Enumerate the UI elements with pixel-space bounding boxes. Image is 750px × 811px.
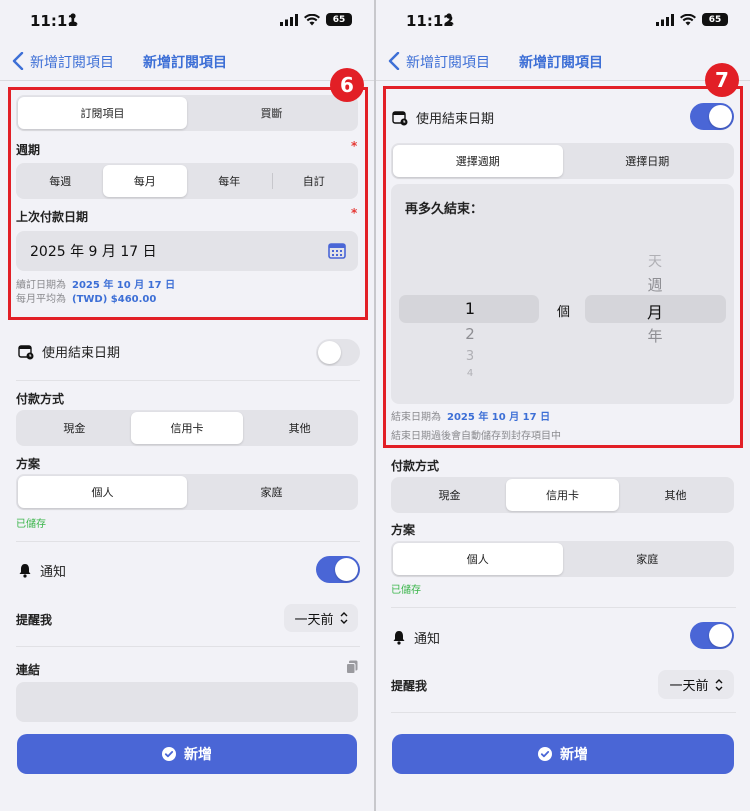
chevron-left-icon[interactable] xyxy=(12,52,24,70)
plan-personal[interactable]: 個人 xyxy=(18,476,187,508)
chevron-left-icon[interactable] xyxy=(388,52,400,70)
page-title: 新增訂閱項目 xyxy=(143,55,227,71)
status-bar: 11:12 65 xyxy=(376,0,750,40)
notify-label: 通知 xyxy=(414,632,441,647)
link-input[interactable] xyxy=(16,682,358,722)
add-button-label: 新增 xyxy=(184,747,212,763)
payment-cash[interactable]: 現金 xyxy=(393,479,506,511)
nav-divider xyxy=(376,80,750,81)
divider xyxy=(16,380,360,381)
remind-label: 提醒我 xyxy=(391,679,428,693)
divider xyxy=(391,712,736,713)
end-date-toggle[interactable] xyxy=(316,339,360,366)
person-icon xyxy=(444,13,454,25)
signal-icon xyxy=(280,13,298,26)
end-date-row: 使用結束日期 xyxy=(18,342,120,361)
remind-value: 一天前 xyxy=(294,612,334,628)
payment-segmented-control: 現金 信用卡 其他 xyxy=(391,477,734,513)
payment-credit-card[interactable]: 信用卡 xyxy=(506,479,619,511)
signal-icon xyxy=(656,13,674,26)
add-button-label: 新增 xyxy=(560,747,588,763)
status-bar: 11:11 65 xyxy=(0,0,374,40)
link-label: 連結 xyxy=(16,663,41,677)
notify-row: 通知 xyxy=(392,628,440,647)
divider xyxy=(16,646,360,647)
bell-icon xyxy=(19,564,31,578)
end-date-label: 使用結束日期 xyxy=(42,346,121,361)
bell-icon xyxy=(393,631,405,645)
payment-cash[interactable]: 現金 xyxy=(18,412,131,444)
wifi-icon xyxy=(304,13,320,25)
step-badge-7: 7 xyxy=(705,63,739,97)
back-button[interactable]: 新增訂閱項目 xyxy=(406,52,490,72)
highlight-box-6 xyxy=(8,87,368,320)
notify-toggle[interactable] xyxy=(316,556,360,583)
payment-other[interactable]: 其他 xyxy=(243,412,356,444)
chevron-updown-icon xyxy=(715,678,722,691)
divider xyxy=(16,541,360,542)
payment-credit-card[interactable]: 信用卡 xyxy=(130,412,244,444)
notify-label: 通知 xyxy=(40,565,67,580)
saved-status: 已儲存 xyxy=(16,519,46,530)
highlight-box-7 xyxy=(383,86,743,448)
plan-personal[interactable]: 個人 xyxy=(393,543,563,575)
nav-bar: 新增訂閱項目 新增訂閱項目 xyxy=(0,44,374,78)
checkmark-circle-icon xyxy=(162,747,176,761)
page-title: 新增訂閱項目 xyxy=(519,55,603,71)
payment-label: 付款方式 xyxy=(391,459,440,473)
remind-label: 提醒我 xyxy=(16,613,53,627)
plan-label: 方案 xyxy=(16,457,41,471)
payment-label: 付款方式 xyxy=(16,392,65,406)
notify-toggle[interactable] xyxy=(690,622,734,649)
right-screen: 11:12 65 新增訂閱項目 新增訂閱項目 使用結束日期 選擇週期 選擇日期 … xyxy=(376,0,750,811)
left-screen: 11:11 65 新增訂閱項目 新增訂閱項目 訂閱項目 買斷 週期 * 每週 每… xyxy=(0,0,374,811)
notify-row: 通知 xyxy=(18,561,66,580)
nav-divider xyxy=(0,80,374,81)
battery-icon: 65 xyxy=(326,13,352,26)
remind-value: 一天前 xyxy=(669,679,709,694)
plan-segmented-control: 個人 家庭 xyxy=(16,474,358,510)
chevron-updown-icon xyxy=(340,612,347,624)
back-button[interactable]: 新增訂閱項目 xyxy=(30,52,114,72)
plan-family[interactable]: 家庭 xyxy=(187,476,356,508)
calendar-clock-icon xyxy=(18,344,34,359)
add-button[interactable]: 新增 xyxy=(392,734,734,774)
step-badge-6: 6 xyxy=(330,68,364,102)
saved-status: 已儲存 xyxy=(391,585,421,596)
person-icon xyxy=(68,13,78,25)
payment-other[interactable]: 其他 xyxy=(619,479,732,511)
plan-segmented-control: 個人 家庭 xyxy=(391,541,734,577)
battery-icon: 65 xyxy=(702,13,728,26)
plan-label: 方案 xyxy=(391,523,416,537)
nav-bar: 新增訂閱項目 新增訂閱項目 xyxy=(376,44,750,78)
checkmark-circle-icon xyxy=(538,747,552,761)
payment-segmented-control: 現金 信用卡 其他 xyxy=(16,410,358,446)
remind-dropdown[interactable]: 一天前 xyxy=(658,670,734,699)
add-button[interactable]: 新增 xyxy=(17,734,357,774)
copy-icon[interactable] xyxy=(346,660,358,674)
wifi-icon xyxy=(680,13,696,25)
remind-dropdown[interactable]: 一天前 xyxy=(284,604,358,632)
divider xyxy=(391,607,736,608)
plan-family[interactable]: 家庭 xyxy=(563,543,733,575)
